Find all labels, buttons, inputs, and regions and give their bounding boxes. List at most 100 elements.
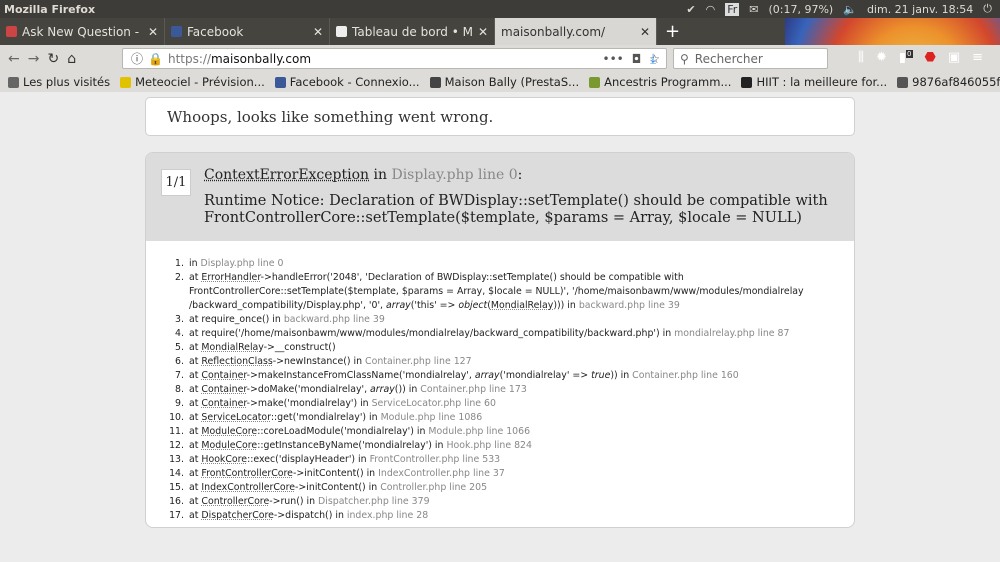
close-tab-icon[interactable]: ✕ — [313, 25, 323, 39]
trace-line: 13. at HookCore::exec('displayHeader') in… — [166, 453, 854, 467]
class-abbr: MondialRelay — [490, 300, 554, 311]
trace-text: ->__construct() — [263, 342, 336, 353]
sidebar-icon[interactable]: ▣ — [948, 50, 960, 65]
close-tab-icon[interactable]: ✕ — [148, 25, 158, 39]
trace-line: 16. at ControllerCore->run() in Dispatche… — [166, 495, 854, 509]
trace-number: 6. — [175, 356, 184, 367]
trace-body: at IndexControllerCore->initContent() in… — [189, 481, 819, 495]
close-tab-icon[interactable]: ✕ — [640, 25, 650, 39]
url-bar[interactable]: ⓘ 🔒 https://maisonbally.com ••• ◘ ☆ — [122, 48, 667, 69]
mail-icon[interactable]: ✉ — [749, 3, 758, 16]
more-icon[interactable]: ••• — [603, 52, 624, 66]
trace-number: 14. — [169, 468, 184, 479]
library-icon[interactable]: ⫼ — [858, 50, 864, 65]
search-input[interactable]: ⚲ Rechercher — [673, 48, 828, 69]
trace-text: in — [564, 300, 579, 311]
trace-body: at MondialRelay->__construct() — [189, 341, 819, 355]
extension-icon[interactable]: ▮0 — [899, 50, 913, 65]
adblock-icon[interactable]: ⬣ — [925, 50, 936, 65]
exception-class: ContextErrorException — [204, 167, 370, 183]
trace-body: at require_once() in backward.php line 3… — [189, 313, 819, 327]
bookmark-item[interactable]: HIIT : la meilleure for... — [741, 75, 887, 89]
tab-label: maisonbally.com/ — [501, 24, 606, 39]
tab[interactable]: Facebook ✕ — [165, 18, 330, 45]
file-location: Container.php line 127 — [365, 356, 472, 367]
back-icon[interactable]: ← — [8, 51, 20, 67]
trace-text: ->initContent() in — [292, 468, 379, 479]
trace-text: at — [189, 468, 202, 479]
class-abbr: Container — [201, 370, 247, 381]
tab[interactable]: Tableau de bord • Maison Bally ✕ — [330, 18, 495, 45]
power-icon[interactable]: ⏻ — [983, 2, 992, 16]
browser-chrome: Ask New Question - PrestaShop ✕ Facebook ✕… — [0, 18, 1000, 92]
file-location: Display.php line 0 — [200, 258, 284, 269]
os-top-bar: Mozilla Firefox ✔ ◠ Fr ✉ (0:17, 97%) 🔈 d… — [0, 0, 1000, 18]
trace-number: 17. — [169, 510, 184, 521]
new-tab-button[interactable]: + — [657, 18, 688, 45]
trace-text: array — [370, 384, 395, 395]
trace-line: 5. at MondialRelay->__construct() — [166, 341, 854, 355]
file-location: Container.php line 173 — [420, 384, 527, 395]
class-abbr: ModuleCore — [201, 426, 258, 437]
close-tab-icon[interactable]: ✕ — [478, 25, 488, 39]
trace-line: 1. in Display.php line 0 — [166, 257, 854, 271]
file-location: ServiceLocator.php line 60 — [371, 398, 496, 409]
class-abbr: MondialRelay — [201, 342, 264, 353]
keyboard-layout[interactable]: Fr — [725, 2, 740, 16]
bookmark-item[interactable]: Les plus visités — [8, 75, 110, 89]
trace-body: at Container->makeInstanceFromClassName(… — [189, 369, 819, 383]
page-content: Whoops, looks like something went wrong.… — [0, 92, 1000, 562]
bookmark-favicon-icon — [274, 76, 286, 88]
reload-icon[interactable]: ↻ — [47, 51, 59, 67]
trace-body: at ModuleCore::getInstanceByName('mondia… — [189, 439, 819, 453]
trace-text: ::coreLoadModule('mondialrelay') in — [257, 426, 429, 437]
trace-text: ->dispatch() in — [273, 510, 347, 521]
trace-text: at — [189, 482, 202, 493]
extension-badge: 0 — [906, 50, 913, 58]
tab-label: Tableau de bord • Maison Bally — [352, 24, 473, 39]
trace-body: at ReflectionClass->newInstance() in Con… — [189, 355, 819, 369]
trace-text: ->newInstance() in — [272, 356, 366, 367]
trace-body: in Display.php line 0 — [189, 257, 819, 271]
trace-text: ->make('mondialrelay') in — [246, 398, 372, 409]
trace-body: at require('/home/maisonbawm/www/modules… — [189, 327, 819, 341]
trace-body: at Container->doMake('mondialrelay', arr… — [189, 383, 819, 397]
download-icon[interactable]: ⤓ — [650, 51, 656, 67]
pocket-icon[interactable]: ◘ — [632, 52, 642, 66]
home-icon[interactable]: ⌂ — [67, 51, 76, 67]
wifi-icon[interactable]: ◠ — [706, 3, 716, 16]
exception-header: 1/1 ContextErrorException in Display.php… — [146, 153, 854, 241]
menu-icon[interactable]: ≡ — [972, 50, 983, 65]
tab-active[interactable]: maisonbally.com/ ✕ — [495, 18, 657, 45]
trace-line: 8. at Container->doMake('mondialrelay', a… — [166, 383, 854, 397]
exception-panel: 1/1 ContextErrorException in Display.php… — [145, 152, 855, 528]
trace-line: 15. at IndexControllerCore->initContent()… — [166, 481, 854, 495]
battery-status[interactable]: (0:17, 97%) — [769, 3, 834, 16]
trace-number: 3. — [175, 314, 184, 325]
favicon-icon — [336, 26, 347, 37]
settings-icon[interactable]: ✹ — [876, 50, 887, 65]
trace-text: at require_once() in — [189, 314, 284, 325]
search-icon: ⚲ — [680, 51, 689, 66]
info-icon[interactable]: ⓘ — [131, 50, 143, 67]
trace-number: 10. — [169, 412, 184, 423]
bookmark-item[interactable]: Facebook - Connexio... — [274, 75, 420, 89]
bookmark-item[interactable]: Ancestris Programm... — [589, 75, 731, 89]
class-abbr: Container — [201, 384, 247, 395]
clock[interactable]: dim. 21 janv. 18:54 — [867, 3, 973, 16]
bookmark-item[interactable]: Maison Bally (PrestaS... — [429, 75, 579, 89]
bookmark-item[interactable]: 9876af846055f05341... — [897, 75, 1000, 89]
trace-text: at — [189, 370, 202, 381]
trace-text: at — [189, 454, 202, 465]
trace-text: at — [189, 426, 202, 437]
tab[interactable]: Ask New Question - PrestaShop ✕ — [0, 18, 165, 45]
volume-icon[interactable]: 🔈 — [843, 3, 857, 16]
trace-body: at ErrorHandler->handleError('2048', 'De… — [189, 271, 819, 313]
bookmark-item[interactable]: Meteociel - Prévision... — [120, 75, 265, 89]
trace-line: 12. at ModuleCore::getInstanceByName('mon… — [166, 439, 854, 453]
file-location: FrontController.php line 533 — [369, 454, 501, 465]
trace-text: ()) in — [394, 384, 421, 395]
exception-count: 1/1 — [161, 169, 191, 196]
forward-icon[interactable]: → — [28, 51, 40, 67]
steam-icon[interactable]: ✔ — [686, 3, 695, 16]
